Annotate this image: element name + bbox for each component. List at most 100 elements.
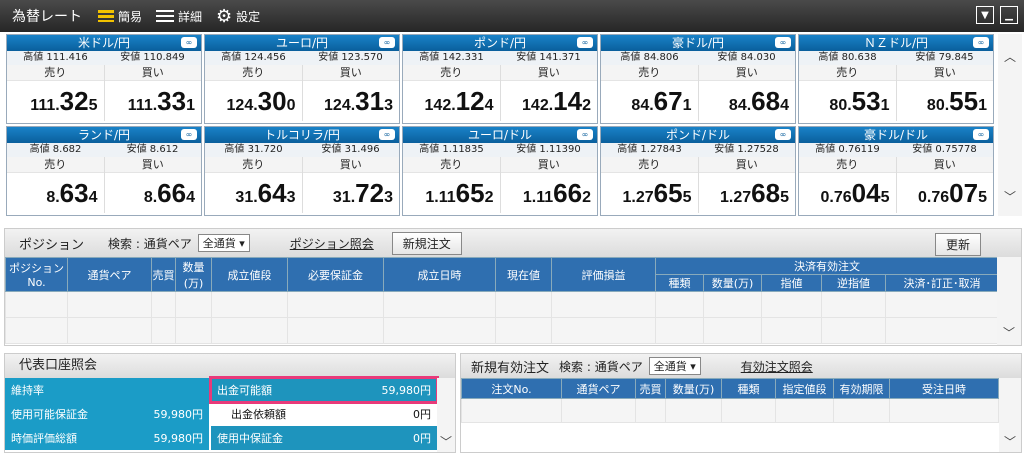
new-order-button[interactable]: 新規注文 — [391, 231, 462, 255]
chart-link-icon[interactable]: ∞ — [973, 37, 989, 48]
sell-price[interactable]: 8.634 — [7, 173, 104, 219]
orders-scrollbar[interactable]: ﹀ — [999, 378, 1021, 452]
chart-link-icon[interactable]: ∞ — [379, 129, 395, 140]
orders-title: 新規有効注文 — [471, 360, 550, 376]
buy-price[interactable]: 142.142 — [501, 81, 598, 127]
sell-price[interactable]: 111.325 — [7, 81, 104, 127]
rate-card[interactable]: トルコリラ/円 ∞ 高値 31.720 安値 31.496 売り 31.643 買… — [204, 126, 400, 216]
sell-side[interactable]: 売り 31.643 — [205, 157, 302, 213]
buy-price[interactable]: 8.664 — [105, 173, 202, 219]
buy-price[interactable]: 124.313 — [303, 81, 400, 127]
sell-side[interactable]: 売り 124.300 — [205, 65, 302, 121]
collapse-down-icon[interactable]: ▼ — [976, 6, 994, 24]
rate-card[interactable]: ポンド/ドル ∞ 高値 1.27843 安値 1.27528 売り 1.27655… — [600, 126, 796, 216]
rate-card[interactable]: ユーロ/円 ∞ 高値 124.456 安値 123.570 売り 124.300 … — [204, 34, 400, 124]
rate-card[interactable]: 豪ドル/円 ∞ 高値 84.806 安値 84.030 売り 84.671 買い … — [600, 34, 796, 124]
sell-price[interactable]: 80.531 — [799, 81, 896, 127]
sell-label: 売り — [601, 157, 698, 173]
buy-side[interactable]: 買い 1.11662 — [499, 157, 597, 213]
high-low-row: 高値 8.682 安値 8.612 — [7, 143, 201, 157]
rate-card[interactable]: ランド/円 ∞ 高値 8.682 安値 8.612 売り 8.634 買い 8.6… — [6, 126, 202, 216]
sell-label: 売り — [7, 157, 104, 173]
sell-price[interactable]: 0.76045 — [799, 173, 896, 219]
chart-link-icon[interactable]: ∞ — [577, 37, 593, 48]
buy-price[interactable]: 31.723 — [303, 173, 400, 219]
position-title: ポジション — [19, 237, 85, 253]
chart-link-icon[interactable]: ∞ — [181, 37, 197, 48]
sell-label: 売り — [403, 157, 500, 173]
sell-label: 売り — [799, 157, 896, 173]
buy-side[interactable]: 買い 84.684 — [697, 65, 795, 121]
sell-price[interactable]: 1.11652 — [403, 173, 500, 219]
sell-price[interactable]: 142.124 — [403, 81, 500, 127]
sell-side[interactable]: 売り 84.671 — [601, 65, 698, 121]
chart-link-icon[interactable]: ∞ — [775, 37, 791, 48]
buy-price[interactable]: 1.11662 — [501, 173, 598, 219]
settings-button[interactable]: ⚙ 設定 — [216, 6, 260, 27]
buy-side[interactable]: 買い 0.76075 — [895, 157, 993, 213]
rate-card[interactable]: 米ドル/円 ∞ 高値 111.416 安値 110.849 売り 111.325 … — [6, 34, 202, 124]
withdrawable-amount-row: 出金可能額 59,980円 — [209, 376, 439, 404]
account-scrollbar[interactable]: ﹀ — [437, 378, 455, 452]
buy-side[interactable]: 買い 142.142 — [499, 65, 597, 121]
sell-price[interactable]: 31.643 — [205, 173, 302, 219]
chart-link-icon[interactable]: ∞ — [181, 129, 197, 140]
simple-view-button[interactable]: 簡易 — [98, 8, 142, 25]
chart-link-icon[interactable]: ∞ — [973, 129, 989, 140]
low-value: 安値 123.570 — [318, 52, 383, 63]
high-value: 高値 124.456 — [221, 52, 286, 63]
position-currency-select[interactable]: 全通貨 ▾ — [197, 234, 250, 252]
scroll-down-icon[interactable]: ﹀ — [1004, 188, 1016, 205]
detail-view-button[interactable]: 詳細 — [156, 8, 202, 25]
buy-price[interactable]: 1.27685 — [699, 173, 796, 219]
sell-price[interactable]: 124.300 — [205, 81, 302, 127]
sell-side[interactable]: 売り 0.76045 — [799, 157, 896, 213]
subcol-limit: 指値 — [761, 274, 822, 292]
buy-price[interactable]: 84.684 — [699, 81, 796, 127]
col-pair: 通貨ペア — [561, 378, 636, 399]
buy-side[interactable]: 買い 31.723 — [301, 157, 399, 213]
rate-card[interactable]: ポンド/円 ∞ 高値 142.331 安値 141.371 売り 142.124 … — [402, 34, 598, 124]
rate-card[interactable]: 豪ドル/ドル ∞ 高値 0.76119 安値 0.75778 売り 0.76045… — [798, 126, 994, 216]
sell-side[interactable]: 売り 142.124 — [403, 65, 500, 121]
buy-price[interactable]: 0.76075 — [897, 173, 994, 219]
rate-card[interactable]: ユーロ/ドル ∞ 高値 1.11835 安値 1.11390 売り 1.11652… — [402, 126, 598, 216]
buy-label: 買い — [302, 65, 399, 81]
simple-view-label: 簡易 — [118, 9, 143, 24]
gear-icon: ⚙ — [216, 5, 233, 27]
sell-side[interactable]: 売り 8.634 — [7, 157, 104, 213]
sell-price[interactable]: 1.27655 — [601, 173, 698, 219]
orders-inquiry-link[interactable]: 有効注文照会 — [741, 358, 813, 375]
chart-link-icon[interactable]: ∞ — [577, 129, 593, 140]
position-scrollbar[interactable]: ﹀ — [997, 257, 1021, 345]
sell-label: 売り — [403, 65, 500, 81]
buy-side[interactable]: 買い 1.27685 — [697, 157, 795, 213]
sell-price[interactable]: 84.671 — [601, 81, 698, 127]
refresh-button[interactable]: 更新 — [934, 233, 981, 256]
position-inquiry-link[interactable]: ポジション照会 — [290, 235, 374, 252]
minimize-icon[interactable]: ▁ — [1000, 6, 1018, 24]
scroll-up-icon[interactable]: ︿ — [1004, 48, 1016, 65]
buy-side[interactable]: 買い 8.664 — [103, 157, 201, 213]
sell-side[interactable]: 売り 1.27655 — [601, 157, 698, 213]
buy-side[interactable]: 買い 111.331 — [103, 65, 201, 121]
chart-link-icon[interactable]: ∞ — [379, 37, 395, 48]
orders-currency-select[interactable]: 全通貨 ▾ — [648, 357, 701, 375]
col-specified-price: 指定値段 — [775, 378, 834, 399]
sell-side[interactable]: 売り 80.531 — [799, 65, 896, 121]
scroll-down-icon[interactable]: ﹀ — [1003, 324, 1015, 341]
buy-label: 買い — [302, 157, 399, 173]
rates-scrollbar[interactable]: ︿ ﹀ — [998, 34, 1022, 216]
position-table: ポジションNo. 通貨ペア 売買 数量(万) 成立値段 必要保証金 成立日時 現… — [5, 257, 999, 344]
scroll-down-icon[interactable]: ﹀ — [440, 433, 452, 450]
rate-card[interactable]: ＮＺドル/円 ∞ 高値 80.638 安値 79.845 売り 80.531 買い… — [798, 34, 994, 124]
pair-name: ランド/円 ∞ — [7, 127, 201, 143]
buy-price[interactable]: 111.331 — [105, 81, 202, 127]
sell-side[interactable]: 売り 1.11652 — [403, 157, 500, 213]
chart-link-icon[interactable]: ∞ — [775, 129, 791, 140]
buy-side[interactable]: 買い 124.313 — [301, 65, 399, 121]
scroll-down-icon[interactable]: ﹀ — [1004, 433, 1016, 450]
sell-side[interactable]: 売り 111.325 — [7, 65, 104, 121]
buy-price[interactable]: 80.551 — [897, 81, 994, 127]
buy-side[interactable]: 買い 80.551 — [895, 65, 993, 121]
